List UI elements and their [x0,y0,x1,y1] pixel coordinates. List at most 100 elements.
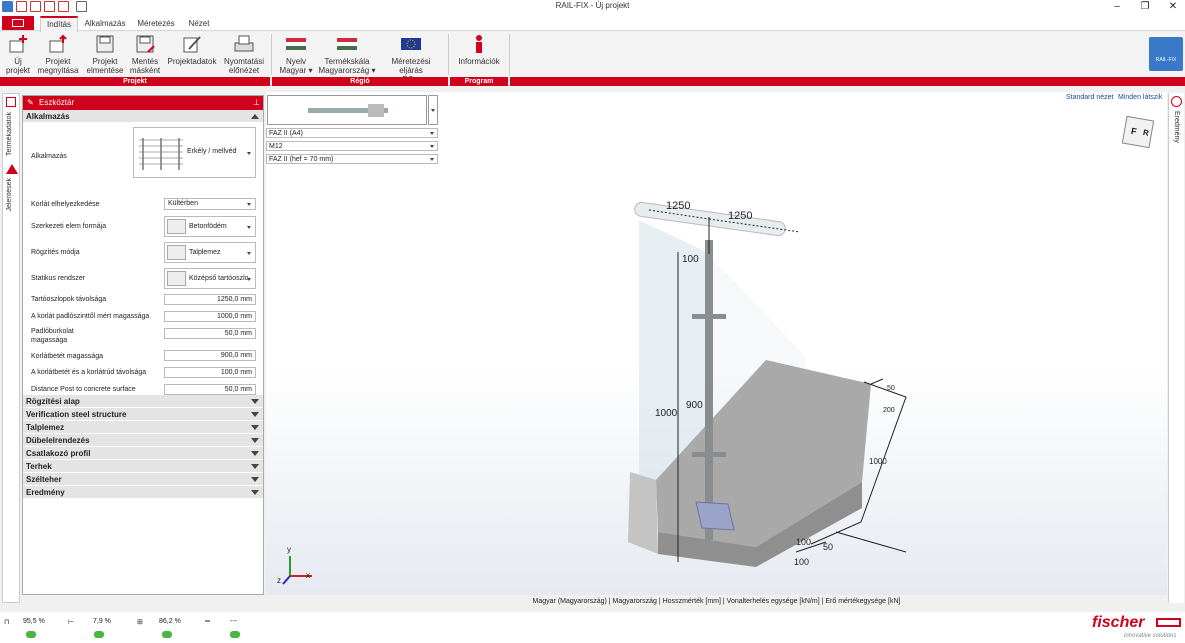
save-project-label2: elmentése [86,66,124,75]
eu-flag-icon [400,34,422,54]
information-button[interactable]: Információk [454,34,504,66]
hungarian-flag-icon [336,34,358,54]
post-distance-input[interactable]: 1250,0 mm [164,294,256,305]
railing-height-label: A korlát padlószinttől mért magassága [31,313,150,320]
rail-fix-logo: RAIL-FIX [1149,37,1183,71]
post-distance-label: Tartóoszlopok távolsága [31,296,107,303]
fixing-method-select[interactable]: Talplemez [164,242,256,263]
section-alkalmazas[interactable]: Alkalmazás [23,110,263,123]
infill-holder [692,314,726,319]
view-cube-right[interactable]: R [1142,128,1149,138]
save-as-button[interactable]: Mentés másként [128,34,162,75]
tab-meretezes[interactable]: Méretezés [134,17,178,31]
view-cube-front[interactable]: F [1130,126,1137,137]
tab-eredmeny[interactable]: Eredmény [1173,111,1180,143]
anchor-preview[interactable] [267,95,427,125]
title-bar: RAIL-FIX - Új projekt – ❐ ✕ [0,0,1185,15]
stat-value-3: 86,2 % [159,618,181,625]
anchor-depth-select[interactable]: FAZ II (hef = 70 mm) [266,154,438,164]
chevron-down-icon [251,477,259,482]
stat-icon-3: ⊞ [137,619,143,626]
floor-covering-label2: magassága [31,337,68,344]
pencil-icon: ✎ [27,98,34,107]
chevron-down-icon [247,251,251,255]
information-label: Információk [458,57,500,66]
static-system-select[interactable]: Középső tartóoszlo [164,268,256,289]
status-bar: Magyar (Magyarország) | Magyarország | H… [532,598,901,605]
open-project-label: Projekt [45,57,71,66]
railing-location-select[interactable]: Kültérben [164,198,256,210]
product-range-value-text: Magyarország [318,66,370,75]
anchor-dropdown-button[interactable] [428,95,438,125]
group-bar-fill [510,77,1185,86]
minimize-icon[interactable]: – [1103,0,1131,14]
section-terhek[interactable]: Terhek [23,460,263,473]
close-icon[interactable]: ✕ [1159,0,1185,14]
section-dubelelrendezes[interactable]: Dübelelrendezés [23,434,263,447]
pin-icon[interactable]: ⊥ [253,96,260,110]
infill-height-input[interactable]: 900,0 mm [164,350,256,361]
project-data-button[interactable]: Projektadatok [166,34,218,66]
3d-viewport[interactable]: 1250 1250 100 1000 900 50 200 1000 100 5… [266,92,1167,595]
stat-icon-4: ═ [205,618,210,625]
section-rogzitesi-alap[interactable]: Rögzítési alap [23,395,263,408]
section-csatlakozo-profil[interactable]: Csatlakozó profil [23,447,263,460]
anchor-size-select[interactable]: M12 [266,141,438,151]
tab-termekadatok[interactable]: Termékadatok [6,112,13,156]
dim-200: 200 [883,407,895,414]
new-project-button[interactable]: Új projekt [2,34,34,75]
design-method-label: Méretezési eljárás [391,57,431,75]
print-preview-icon [233,34,255,54]
left-side-tabs: Termékadatok Jelentések [2,93,20,603]
project-data-label: Projektadatok [167,57,217,66]
show-all-link[interactable]: Minden látszik [1118,94,1162,101]
section-verification-steel[interactable]: Verification steel structure [23,408,263,421]
tab-alkalmazas[interactable]: Alkalmazás [82,17,128,31]
anchor-bolt-icon [308,104,388,117]
view-cube[interactable]: F R [1121,115,1155,149]
language-button[interactable]: Nyelv Magyar ▾ [276,34,316,75]
tab-nezet[interactable]: Nézet [184,17,214,31]
dim-900: 900 [686,400,703,411]
standard-view-link[interactable]: Standard nézet [1066,94,1113,101]
infill-distance-input[interactable]: 100,0 mm [164,367,256,378]
structural-element-select[interactable]: Betonfödém [164,216,256,237]
section-eredmeny[interactable]: Eredmény [23,486,263,499]
anchor-type-select[interactable]: FAZ II (A4) [266,128,438,138]
chevron-down-icon [247,225,251,229]
axis-triad [282,556,312,585]
application-select[interactable]: Erkély / mellvéd [133,127,256,178]
project-data-icon [181,34,203,54]
anchor-size-value: M12 [269,143,283,150]
tab-jelentesek[interactable]: Jelentések [6,178,13,211]
dim-100-bottom: 100 [796,537,812,547]
railing-height-input[interactable]: 1000,0 mm [164,311,256,322]
file-menu-button[interactable] [2,16,34,30]
restore-icon[interactable]: ❐ [1131,0,1159,14]
fischer-logo-mark [1156,618,1181,627]
chevron-down-icon [430,132,434,135]
stat-value-1: 95,5 % [23,618,45,625]
print-preview-label: Nyomtatási [223,57,264,66]
footer: ⊓ 95,5 % ⊢ 7,9 % ⊞ 86,2 % ═ --- fischer … [0,612,1185,643]
tab-inditas[interactable]: Indítás [40,16,78,32]
floor-covering-input[interactable]: 50,0 mm [164,328,256,339]
infill-distance-label: A korlátbetét és a korlátrúd távolsága [31,369,147,376]
fixing-method-label: Rögzítés módja [31,249,80,256]
save-project-button[interactable]: Projekt elmentése [84,34,126,75]
axis-y-label: y [287,545,291,554]
infill-height-label: Korlátbetét magassága [31,353,103,360]
section-szelteher[interactable]: Szélteher [23,473,263,486]
ok-icon [94,631,104,638]
post-concrete-distance-input[interactable]: 50,0 mm [164,384,256,395]
section-talplemez[interactable]: Talplemez [23,421,263,434]
print-preview-button[interactable]: Nyomtatási előnézet [222,34,266,75]
product-range-button[interactable]: Termékskála Magyarország ▾ [318,34,376,75]
ribbon: Új projekt Projekt megnyitása Projekt elmen… [0,32,1185,86]
print-preview-label2: előnézet [228,66,260,75]
axis-z-label: z [277,576,281,585]
open-project-button[interactable]: Projekt megnyitása [36,34,80,75]
open-project-icon [47,34,69,54]
static-system-label: Statikus rendszer [31,275,86,282]
chevron-down-icon [251,438,259,443]
